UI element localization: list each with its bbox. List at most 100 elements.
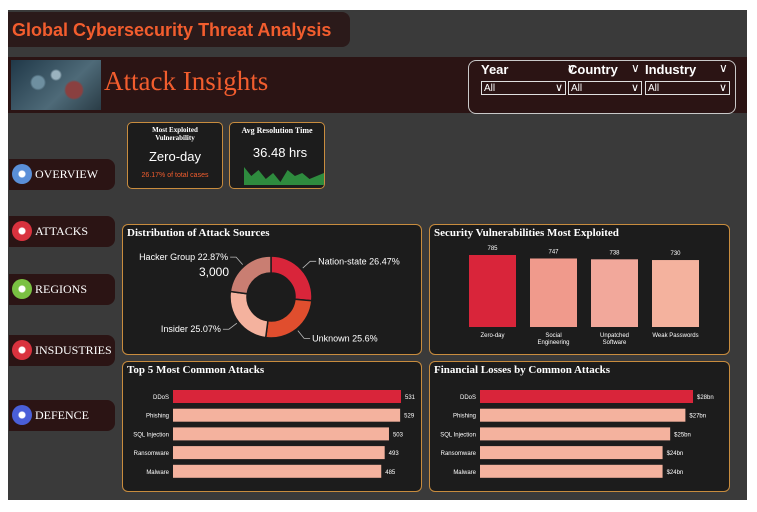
hbar-value: $24bn bbox=[667, 470, 684, 476]
donut-slice-insider[interactable] bbox=[229, 290, 269, 339]
vuln-bar-category: Software bbox=[603, 340, 627, 346]
hbar-category: SQL Injection bbox=[440, 432, 476, 438]
vuln-bar-category: Zero-day bbox=[480, 333, 504, 339]
hbar-ddos[interactable] bbox=[480, 390, 693, 403]
hbar-phishing[interactable] bbox=[480, 408, 686, 422]
donut-slice-label: Unknown 25.6% bbox=[312, 333, 378, 343]
hbar-malware[interactable] bbox=[480, 464, 663, 478]
chevron-down-icon[interactable]: ∨ bbox=[719, 61, 728, 75]
hbar-value: 529 bbox=[404, 414, 415, 420]
hbar-malware[interactable] bbox=[173, 464, 382, 478]
filter-panel: Year ∨ All ∨ Country ∨ All ∨ Industry ∨ Al… bbox=[468, 60, 736, 114]
donut-total-label: 3,000 bbox=[199, 265, 229, 279]
country-select[interactable]: All ∨ bbox=[568, 81, 642, 95]
monitor-alert-icon bbox=[12, 221, 32, 241]
kpi-subtitle: 26.17% of total cases bbox=[141, 172, 209, 179]
hbar-category: Phishing bbox=[146, 414, 169, 420]
chevron-down-icon: ∨ bbox=[630, 82, 639, 94]
donut-leader-line bbox=[222, 322, 238, 330]
kpi-title: Avg Resolution Time bbox=[241, 126, 313, 135]
nav-regions-button[interactable]: REGIONS bbox=[9, 274, 115, 305]
globe-icon bbox=[12, 279, 32, 299]
nav-label: ATTACKS bbox=[35, 224, 89, 238]
nav-attacks-button[interactable]: ATTACKS bbox=[9, 216, 115, 247]
hbar-value: $24bn bbox=[667, 451, 684, 457]
nav-label: DEFENCE bbox=[35, 408, 89, 422]
hbar-sql-injection[interactable] bbox=[480, 427, 671, 441]
hbar-sql-injection[interactable] bbox=[173, 427, 389, 441]
industry-filter-label: Industry bbox=[645, 62, 697, 77]
nav-label: REGIONS bbox=[35, 282, 88, 296]
vuln-bar-3[interactable] bbox=[652, 260, 699, 327]
nav-label: INSDUSTRIES bbox=[35, 343, 112, 357]
chevron-down-icon[interactable]: ∨ bbox=[631, 61, 640, 75]
vulnerabilities-card: Security Vulnerabilities Most Exploited … bbox=[429, 224, 730, 355]
chevron-down-icon: ∨ bbox=[554, 82, 563, 94]
hbar-category: Malware bbox=[453, 470, 476, 476]
hbar-category: Phishing bbox=[453, 414, 476, 420]
vuln-bar-2[interactable] bbox=[591, 259, 638, 327]
hbar-ransomware[interactable] bbox=[173, 446, 385, 460]
attack-sources-card: Distribution of Attack Sources Nation-st… bbox=[122, 224, 422, 355]
donut-slice-label: Insider 25.07% bbox=[161, 324, 221, 334]
kpi-value: 36.48 hrs bbox=[252, 145, 308, 160]
dashboard-title-bar: Global Cybersecurity Threat Analysis bbox=[8, 12, 350, 47]
vuln-bar-category: Social bbox=[545, 333, 561, 339]
donut-leader-line bbox=[230, 256, 243, 265]
virus-image bbox=[11, 60, 101, 110]
hbar-value: $28bn bbox=[697, 395, 714, 401]
hbar-category: Ransomware bbox=[134, 451, 170, 457]
common-attacks-bar-chart: DDoS 531 Phishing 529 SQL Injection 503 Ransom… bbox=[133, 390, 416, 478]
hbar-ransomware[interactable] bbox=[480, 446, 663, 460]
kpi-title: Most Exploited Vulnerability bbox=[152, 126, 198, 142]
hbar-category: Ransomware bbox=[441, 451, 477, 457]
nav-industries-button[interactable]: INSDUSTRIES bbox=[9, 335, 115, 366]
hbar-value: $25bn bbox=[674, 432, 691, 438]
vuln-bar-0[interactable] bbox=[469, 255, 516, 327]
resolution-sparkline bbox=[244, 167, 324, 185]
kpi-most-exploited: Most Exploited Vulnerability Zero-day 26… bbox=[127, 122, 223, 189]
hbar-value: 503 bbox=[393, 432, 404, 438]
dashboard-title: Global Cybersecurity Threat Analysis bbox=[12, 20, 332, 40]
nav-defence-button[interactable]: DEFENCE bbox=[9, 400, 115, 431]
factory-icon bbox=[12, 340, 32, 360]
hbar-value: 485 bbox=[385, 470, 396, 476]
vulnerabilities-bar-chart: 785 Zero-day 747 SocialEngineering 738 Unpatc… bbox=[469, 246, 699, 346]
hbar-phishing[interactable] bbox=[173, 408, 401, 422]
hbar-value: 531 bbox=[405, 395, 416, 401]
chevron-down-icon: ∨ bbox=[718, 82, 727, 94]
hbar-ddos[interactable] bbox=[173, 390, 401, 403]
donut-slice-nation-state[interactable] bbox=[270, 255, 313, 302]
nav-overview-button[interactable]: OVERVIEW bbox=[9, 159, 115, 190]
industry-select[interactable]: All ∨ bbox=[645, 81, 730, 95]
vuln-bar-category: Unpatched bbox=[600, 333, 629, 339]
financial-losses-bar-chart: DDoS $28bn Phishing $27bn SQL Injection $25bn… bbox=[440, 390, 714, 478]
attack-sources-donut: Nation-state 26.47% Unknown 25.6% Insider … bbox=[139, 252, 400, 343]
donut-slice-unknown[interactable] bbox=[264, 298, 313, 339]
year-select[interactable]: All ∨ bbox=[481, 81, 566, 95]
vuln-bar-value: 730 bbox=[670, 251, 681, 257]
vuln-bar-category: Weak Passwords bbox=[652, 333, 698, 339]
donut-leader-line bbox=[302, 260, 317, 269]
donut-slice-label: Nation-state 26.47% bbox=[318, 256, 400, 266]
sparkline-area bbox=[244, 167, 324, 185]
hbar-value: 493 bbox=[389, 451, 400, 457]
donut-leader-line bbox=[297, 330, 311, 339]
country-filter-label: Country bbox=[568, 62, 618, 77]
kpi-value: Zero-day bbox=[148, 149, 202, 164]
vuln-bar-category: Engineering bbox=[537, 340, 569, 346]
hbar-category: DDoS bbox=[153, 395, 169, 401]
vuln-bar-value: 785 bbox=[487, 246, 498, 252]
vuln-bar-1[interactable] bbox=[530, 258, 577, 327]
donut-slice-hacker-group[interactable] bbox=[229, 255, 272, 295]
shield-sword-icon bbox=[12, 405, 32, 425]
donut-slice-label: Hacker Group 22.87% bbox=[139, 252, 228, 262]
year-filter-label: Year bbox=[481, 62, 509, 77]
common-attacks-card: Top 5 Most Common Attacks DDoS 531 Phishin… bbox=[122, 361, 422, 492]
nav-label: OVERVIEW bbox=[35, 167, 99, 181]
vuln-bar-value: 738 bbox=[609, 250, 620, 256]
hbar-category: SQL Injection bbox=[133, 432, 169, 438]
hbar-value: $27bn bbox=[689, 414, 706, 420]
vuln-bar-value: 747 bbox=[548, 249, 559, 255]
financial-losses-card: Financial Losses by Common Attacks DDoS $… bbox=[429, 361, 730, 492]
